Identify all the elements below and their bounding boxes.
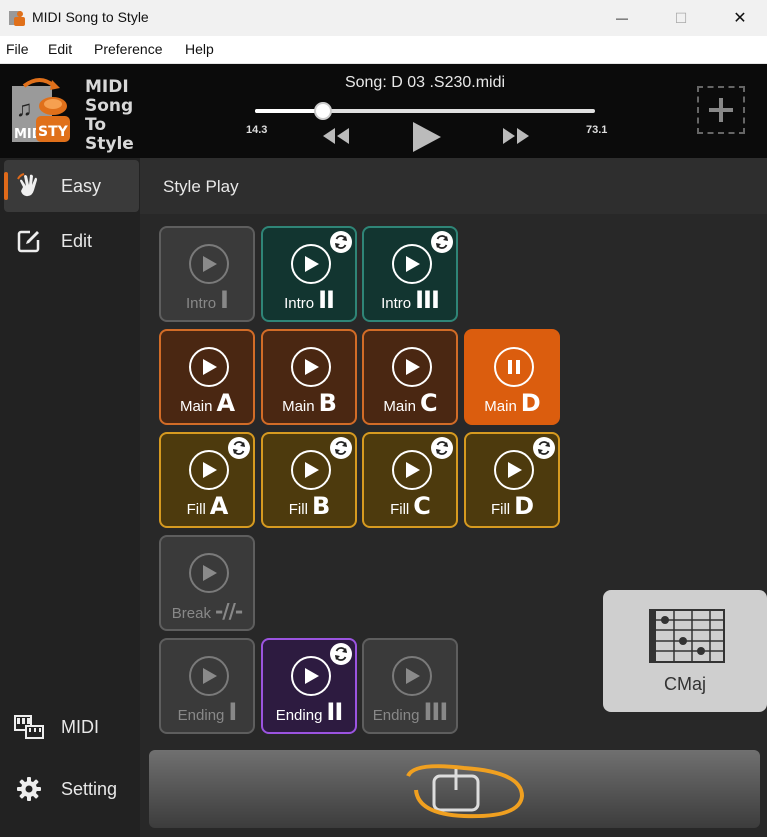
main-d-pad[interactable]: Main D [464,329,560,425]
hand-icon [14,171,44,201]
close-icon: ✕ [733,10,747,27]
intro-1-pad[interactable]: Intro I [159,226,255,322]
window-title: MIDI Song to Style [32,9,149,25]
power-icon [406,764,525,819]
active-indicator [4,172,8,200]
intro-2-pad[interactable]: Intro II [261,226,357,322]
minimize-button[interactable]: — [594,0,650,36]
slider-fill [255,109,323,113]
ending-3-pad[interactable]: Ending III [362,638,458,734]
main-c-pad[interactable]: Main C [362,329,458,425]
play-icon [291,347,331,387]
play-icon [291,450,331,490]
player-header: ♫ MID STY MIDI Song To Style Song: D 03 … [0,64,767,158]
chord-diagram-icon [649,609,725,663]
play-icon [291,244,331,284]
pause-icon [494,347,534,387]
chord-name: CMaj [663,674,706,694]
play-icon[interactable] [409,120,443,154]
play-icon [392,656,432,696]
svg-text:STY: STY [38,124,69,140]
main-panel: Style Play Intro I Intro II Intro III Main A… [140,158,767,837]
play-icon [189,244,229,284]
sidebar: Easy Edit MIDI Setting [0,158,140,837]
close-button[interactable]: ✕ [712,0,767,36]
fill-c-pad[interactable]: Fill C [362,432,458,528]
app-icon [9,11,25,26]
time-elapsed: 14.3 [246,124,268,136]
page-title: Style Play [163,177,239,196]
fill-d-pad[interactable]: Fill D [464,432,560,528]
sidebar-item-midi[interactable]: MIDI [4,701,139,753]
edit-icon [14,226,44,256]
play-icon [189,553,229,593]
sidebar-label-setting: Setting [61,778,118,799]
main-a-pad[interactable]: Main A [159,329,255,425]
play-icon [291,656,331,696]
plus-icon [709,98,733,122]
sidebar-item-easy[interactable]: Easy [4,160,139,212]
menu-preference[interactable]: Preference [94,41,162,57]
sidebar-label-midi: MIDI [61,716,99,737]
menu-bar: File Edit Preference Help [0,36,767,64]
play-icon [392,244,432,284]
fill-a-pad[interactable]: Fill A [159,432,255,528]
title-bar: MIDI Song to Style — ☐ ✕ [0,0,767,36]
sidebar-item-setting[interactable]: Setting [4,763,139,815]
loop-icon [431,437,453,459]
sidebar-label-easy: Easy [61,175,102,196]
minimize-icon: — [616,11,628,25]
maximize-icon: ☐ [674,9,688,26]
sidebar-label-edit: Edit [61,230,93,251]
logo-text: MIDI Song To Style [85,77,134,154]
svg-text:♫: ♫ [16,96,33,121]
rewind-icon[interactable] [321,126,351,146]
play-icon [392,347,432,387]
style-play-header: Style Play [140,158,767,214]
play-icon [189,656,229,696]
start-stop-button[interactable] [149,750,760,828]
gear-icon [14,774,44,804]
loop-icon [330,231,352,253]
play-icon [392,450,432,490]
fill-b-pad[interactable]: Fill B [261,432,357,528]
play-icon [494,450,534,490]
break-pad[interactable]: Break -//- [159,535,255,631]
intro-3-pad[interactable]: Intro III [362,226,458,322]
position-slider[interactable] [255,102,595,120]
time-total: 73.1 [586,124,608,136]
add-song-button[interactable] [697,86,745,134]
fast-forward-icon[interactable] [501,126,531,146]
sidebar-item-edit[interactable]: Edit [4,215,139,267]
play-icon [189,450,229,490]
loop-icon [431,231,453,253]
loop-icon [228,437,250,459]
main-b-pad[interactable]: Main B [261,329,357,425]
slider-thumb[interactable] [314,102,332,120]
ending-1-pad[interactable]: Ending I [159,638,255,734]
loop-icon [330,643,352,665]
loop-icon [533,437,555,459]
keyboard-icon [14,712,44,742]
chord-display[interactable]: CMaj [603,590,767,712]
maximize-button[interactable]: ☐ [653,0,709,36]
song-title: Song: D 03 .S230.midi [344,74,506,91]
play-icon [189,347,229,387]
menu-help[interactable]: Help [185,41,214,57]
app-logo: ♫ MID STY [12,78,70,142]
loop-icon [330,437,352,459]
ending-2-pad[interactable]: Ending II [261,638,357,734]
menu-edit[interactable]: Edit [48,41,72,57]
menu-file[interactable]: File [6,41,29,57]
